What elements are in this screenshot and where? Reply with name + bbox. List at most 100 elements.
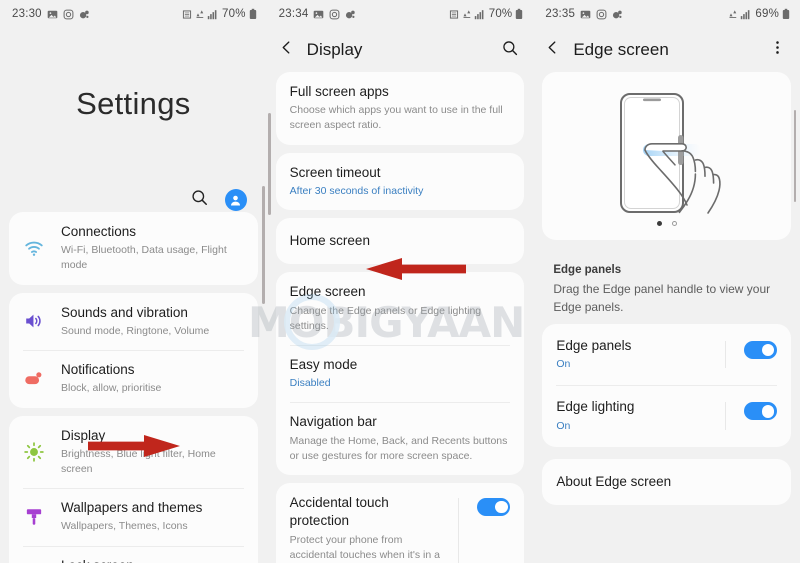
- scrollbar-display-settings[interactable]: [268, 113, 271, 215]
- group-home-screen: Home screen: [275, 218, 525, 265]
- group-about-edge-screen: About Edge screen: [542, 458, 792, 506]
- item-title: Edge panels: [556, 338, 632, 353]
- carousel-dots: [656, 221, 677, 226]
- item-title: About Edge screen: [556, 473, 672, 489]
- screenshot-triptych: 23:30 70% Settings Connections Wi-Fi, Bl…: [0, 0, 800, 563]
- item-subtitle: Change the Edge panels or Edge lighting …: [289, 304, 482, 332]
- notification-icon: [21, 366, 47, 392]
- app-bar: Display: [267, 28, 534, 72]
- sidebar-item-connections[interactable]: Connections Wi-Fi, Bluetooth, Data usage…: [9, 212, 258, 285]
- wallpaper-brush-icon: [21, 504, 47, 530]
- list-item-full-screen-apps[interactable]: Full screen apps Choose which apps you w…: [276, 72, 525, 145]
- more-options-icon[interactable]: [769, 39, 786, 61]
- item-title: Full screen apps: [289, 84, 389, 99]
- list-item-about-edge-screen[interactable]: About Edge screen: [542, 459, 791, 505]
- sidebar-item-notifications[interactable]: Notifications Block, allow, prioritise: [9, 350, 258, 407]
- list-item-edge-lighting[interactable]: Edge lighting On: [542, 385, 791, 446]
- item-subtitle: Brightness, Blue light filter, Home scre…: [61, 447, 216, 475]
- item-subtitle: Manage the Home, Back, and Recents butto…: [289, 434, 508, 462]
- edge-swipe-drawing: [619, 93, 721, 214]
- apps-icon: [345, 9, 356, 20]
- list-item-accidental-touch-protection[interactable]: Accidental touch protection Protect your…: [276, 483, 525, 563]
- settings-list: Connections Wi-Fi, Bluetooth, Data usage…: [0, 212, 267, 563]
- section-edge-panels: Edge panels Drag the Edge panel handle t…: [533, 250, 800, 324]
- toggle-divider: [725, 341, 727, 369]
- item-subtitle: Protect your phone from accidental touch…: [289, 533, 440, 561]
- status-bar-left: 23:35: [545, 8, 623, 20]
- battery-icon: [782, 8, 790, 20]
- status-bar-left: 23:34: [279, 8, 357, 20]
- back-arrow-icon[interactable]: [278, 39, 295, 61]
- list-item-edge-screen[interactable]: Edge screen Change the Edge panels or Ed…: [276, 272, 525, 345]
- display-settings-list: Full screen apps Choose which apps you w…: [267, 72, 534, 563]
- item-title: Screen timeout: [289, 164, 381, 180]
- speaker-icon: [21, 308, 47, 334]
- list-item-easy-mode[interactable]: Easy mode Disabled: [276, 344, 525, 402]
- carousel-dot-2[interactable]: [671, 221, 677, 226]
- toggle-edge-panels[interactable]: [744, 341, 778, 359]
- status-bar: 23:34 70%: [267, 0, 534, 28]
- image-icon: [313, 9, 324, 20]
- status-time: 23:34: [278, 8, 309, 20]
- group-edge-toggles: Edge panels On Edge lighting On: [542, 324, 792, 447]
- back-arrow-icon[interactable]: [544, 39, 561, 61]
- settings-group-connections: Connections Wi-Fi, Bluetooth, Data usage…: [9, 212, 258, 285]
- item-title: Connections: [61, 224, 137, 239]
- toggle-accidental-touch-protection[interactable]: [477, 498, 511, 517]
- top-actions: [0, 188, 267, 212]
- status-bar: 23:35 69%: [533, 0, 800, 28]
- toggle-edge-lighting[interactable]: [744, 402, 778, 421]
- sidebar-item-lock-screen[interactable]: Lock screen Screen lock type, Always On …: [9, 545, 258, 563]
- battery-percent: 70%: [488, 8, 513, 20]
- account-avatar[interactable]: [224, 189, 247, 211]
- app-bar-title: Edge screen: [573, 40, 669, 59]
- item-title: Wallpapers and themes: [61, 500, 203, 516]
- item-subtitle: Choose which apps you want to use in the…: [289, 104, 503, 132]
- item-title: Sounds and vibration: [61, 304, 188, 320]
- page-title: Settings: [76, 86, 191, 121]
- sidebar-item-wallpapers-and-themes[interactable]: Wallpapers and themes Wallpapers, Themes…: [9, 488, 258, 545]
- settings-group-display-personalisation: Display Brightness, Blue light filter, H…: [9, 415, 258, 563]
- status-bar-right: 70%: [182, 8, 257, 20]
- status-time: 23:35: [545, 8, 576, 20]
- signal-icon: [740, 9, 751, 20]
- sidebar-item-display[interactable]: Display Brightness, Blue light filter, H…: [9, 416, 258, 489]
- status-bar: 23:30 70%: [0, 0, 267, 28]
- carousel-dot-1[interactable]: [656, 221, 662, 226]
- wifi-calling-icon: [195, 9, 204, 20]
- signal-icon: [474, 9, 485, 20]
- list-item-edge-panels[interactable]: Edge panels On: [542, 324, 791, 385]
- list-item-home-screen[interactable]: Home screen: [276, 218, 525, 264]
- battery-percent: 69%: [755, 8, 780, 20]
- app-bar: Edge screen: [533, 28, 800, 72]
- image-icon: [47, 9, 58, 20]
- settings-group-sound-notifications: Sounds and vibration Sound mode, Rington…: [9, 292, 258, 408]
- wifi-calling-icon: [728, 9, 737, 20]
- list-item-screen-timeout[interactable]: Screen timeout After 30 seconds of inact…: [276, 153, 525, 210]
- screen-display-settings: 23:34 70% Display Full screen apps Choos…: [266, 0, 534, 563]
- section-title: Edge panels: [553, 264, 622, 276]
- list-item-navigation-bar[interactable]: Navigation bar Manage the Home, Back, an…: [276, 402, 525, 475]
- battery-icon: [249, 8, 257, 20]
- item-title: Navigation bar: [289, 414, 377, 430]
- status-bar-right: 69%: [728, 8, 790, 20]
- status-bar-right: 70%: [449, 8, 524, 20]
- item-subtitle: Wi-Fi, Bluetooth, Data usage, Flight mod…: [61, 244, 227, 272]
- item-title: Edge lighting: [556, 399, 635, 415]
- search-icon[interactable]: [190, 188, 209, 212]
- item-subtitle: Block, allow, prioritise: [61, 382, 162, 395]
- wifi-calling-icon: [462, 9, 471, 20]
- battery-percent: 70%: [222, 8, 246, 20]
- scrollbar-settings-home[interactable]: [262, 186, 265, 304]
- status-time: 23:30: [12, 8, 42, 20]
- group-screen-timeout: Screen timeout After 30 seconds of inact…: [275, 152, 525, 211]
- apps-icon: [79, 9, 90, 20]
- group-edge-easy-navigation: Edge screen Change the Edge panels or Ed…: [275, 272, 525, 476]
- sidebar-item-sounds-and-vibration[interactable]: Sounds and vibration Sound mode, Rington…: [9, 293, 258, 350]
- section-description: Drag the Edge panel handle to view your …: [553, 282, 771, 314]
- item-title: Lock screen: [61, 557, 244, 563]
- item-title: Home screen: [289, 233, 370, 249]
- item-title: Accidental touch protection: [289, 495, 389, 529]
- search-icon[interactable]: [501, 39, 519, 62]
- scrollbar-edge-screen[interactable]: [793, 110, 797, 202]
